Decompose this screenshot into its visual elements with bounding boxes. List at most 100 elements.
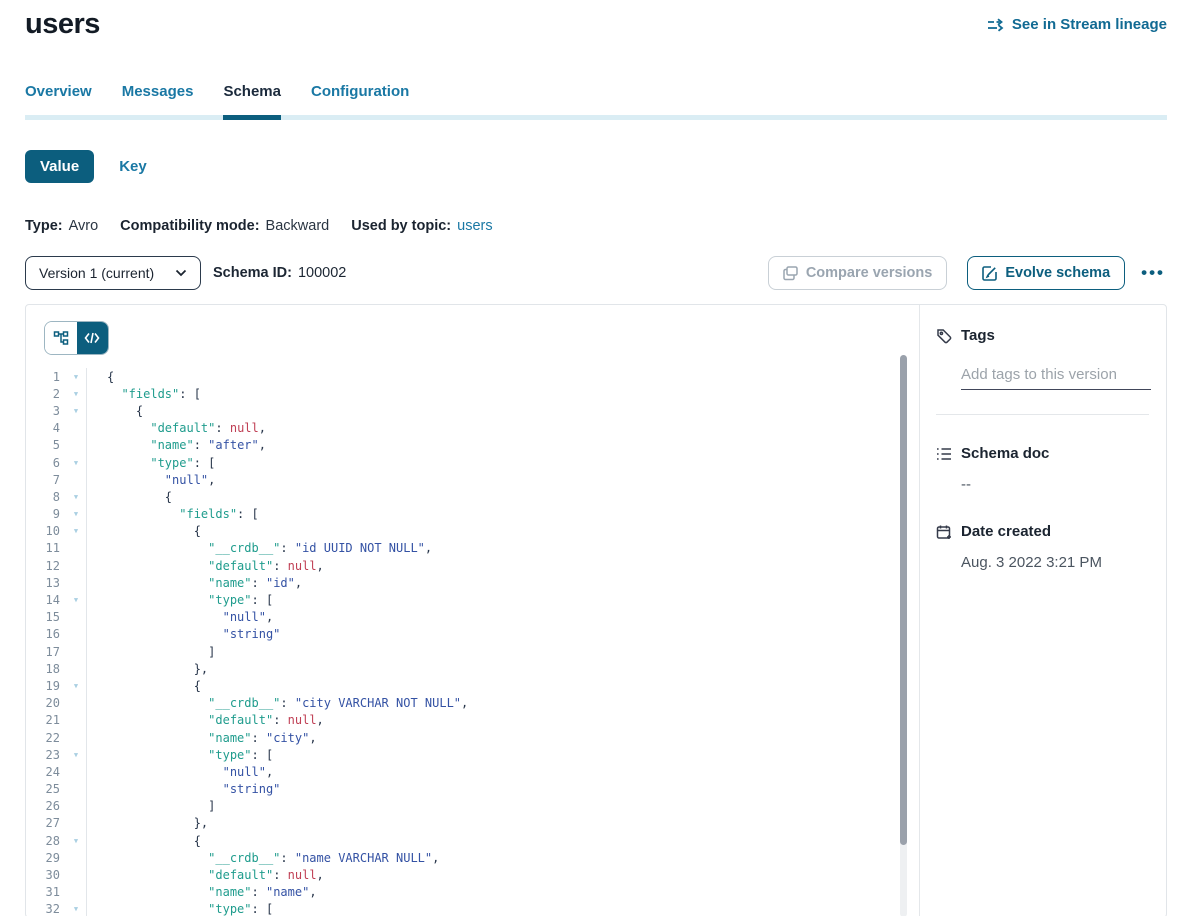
key-toggle-button[interactable]: Key	[119, 158, 147, 175]
fold-toggle-icon[interactable]: ▼	[66, 751, 86, 759]
compare-versions-button[interactable]: Compare versions	[768, 256, 948, 290]
see-in-stream-lineage-link[interactable]: See in Stream lineage	[987, 16, 1167, 33]
date-created-value: Aug. 3 2022 3:21 PM	[961, 554, 1149, 571]
code-line: 25 "string"	[26, 781, 919, 798]
compare-versions-label: Compare versions	[806, 265, 933, 281]
line-number: 8	[26, 490, 66, 504]
tab-messages[interactable]: Messages	[122, 83, 194, 115]
line-number: 26	[26, 799, 66, 813]
tab-schema[interactable]: Schema	[223, 83, 281, 115]
fold-toggle-icon[interactable]: ▼	[66, 682, 86, 690]
fold-toggle-icon[interactable]: ▼	[66, 493, 86, 501]
tags-heading-row: Tags	[936, 327, 1149, 344]
code-line: 14▼ "type": [	[26, 591, 919, 608]
used-by-topic-label: Used by topic:	[351, 218, 451, 234]
editor-scrollbar-thumb[interactable]	[900, 355, 907, 845]
tab-configuration[interactable]: Configuration	[311, 83, 409, 115]
line-number: 17	[26, 645, 66, 659]
code-text: "default": null,	[86, 420, 919, 437]
more-actions-button[interactable]: •••	[1139, 259, 1167, 287]
type-label: Type:	[25, 218, 63, 234]
type-value: Avro	[69, 218, 99, 234]
line-number: 11	[26, 541, 66, 555]
code-text: "null",	[86, 471, 919, 488]
see-in-stream-lineage-label: See in Stream lineage	[1012, 16, 1167, 33]
code-view-button[interactable]	[77, 322, 109, 354]
list-icon	[936, 447, 952, 461]
fold-toggle-icon[interactable]: ▼	[66, 837, 86, 845]
code-text: "type": [	[86, 454, 919, 471]
fold-toggle-icon[interactable]: ▼	[66, 905, 86, 913]
code-text: "default": null,	[86, 712, 919, 729]
fold-toggle-icon[interactable]: ▼	[66, 373, 86, 381]
tab-bar: Overview Messages Schema Configuration	[25, 83, 1167, 120]
schema-doc-heading-row: Schema doc	[936, 445, 1149, 462]
topic-link[interactable]: users	[457, 218, 492, 234]
code-line: 4 "default": null,	[26, 420, 919, 437]
add-tags-input[interactable]	[961, 364, 1151, 390]
code-line: 17 ]	[26, 643, 919, 660]
key-value-toggle: Value Key	[25, 150, 1167, 183]
fold-toggle-icon[interactable]: ▼	[66, 407, 86, 415]
compare-versions-icon	[783, 266, 798, 281]
tree-view-icon	[53, 330, 69, 346]
tree-view-button[interactable]	[45, 322, 77, 354]
line-number: 25	[26, 782, 66, 796]
version-select-value: Version 1 (current)	[39, 265, 154, 281]
compatibility-label: Compatibility mode:	[120, 218, 259, 234]
schema-id-label: Schema ID:	[213, 265, 292, 281]
line-number: 21	[26, 713, 66, 727]
schema-doc-heading: Schema doc	[961, 445, 1049, 462]
code-line: 23▼ "type": [	[26, 746, 919, 763]
fold-toggle-icon[interactable]: ▼	[66, 390, 86, 398]
line-number: 28	[26, 834, 66, 848]
sidebar-divider	[936, 414, 1149, 415]
line-number: 31	[26, 885, 66, 899]
chevron-down-icon	[175, 269, 187, 277]
code-text: {	[86, 832, 919, 849]
line-number: 29	[26, 851, 66, 865]
schema-id-value: 100002	[298, 265, 346, 281]
schema-editor-panel: 1▼{2▼ "fields": [3▼ {4 "default": null,5…	[26, 305, 919, 916]
fold-toggle-icon[interactable]: ▼	[66, 527, 86, 535]
line-number: 10	[26, 524, 66, 538]
fold-toggle-icon[interactable]: ▼	[66, 510, 86, 518]
line-number: 9	[26, 507, 66, 521]
code-line: 29 "__crdb__": "name VARCHAR NULL",	[26, 849, 919, 866]
page-header: users See in Stream lineage	[25, 0, 1167, 41]
tab-overview[interactable]: Overview	[25, 83, 92, 115]
schema-page: users See in Stream lineage Overview Mes…	[0, 0, 1189, 916]
code-line: 5 "name": "after",	[26, 437, 919, 454]
code-text: {	[86, 402, 919, 419]
code-line: 26 ]	[26, 798, 919, 815]
line-number: 7	[26, 473, 66, 487]
fold-toggle-icon[interactable]: ▼	[66, 459, 86, 467]
code-text: {	[86, 368, 919, 385]
code-line: 8▼ {	[26, 488, 919, 505]
editor-scrollbar-track	[900, 355, 907, 916]
line-number: 20	[26, 696, 66, 710]
version-select[interactable]: Version 1 (current)	[25, 256, 201, 290]
evolve-schema-button[interactable]: Evolve schema	[967, 256, 1125, 290]
line-number: 5	[26, 438, 66, 452]
value-toggle-button[interactable]: Value	[25, 150, 94, 183]
tags-heading: Tags	[961, 327, 995, 344]
date-created-heading: Date created	[961, 523, 1051, 540]
line-number: 14	[26, 593, 66, 607]
code-text: "null",	[86, 609, 919, 626]
tab-underline-track	[25, 115, 1167, 120]
calendar-plus-icon	[936, 524, 952, 540]
fold-toggle-icon[interactable]: ▼	[66, 596, 86, 604]
code-line: 24 "null",	[26, 763, 919, 780]
code-line: 28▼ {	[26, 832, 919, 849]
code-text: {	[86, 677, 919, 694]
code-line: 11 "__crdb__": "id UUID NOT NULL",	[26, 540, 919, 557]
line-number: 3	[26, 404, 66, 418]
code-text: "name": "id",	[86, 574, 919, 591]
stream-lineage-icon	[987, 18, 1005, 32]
code-text: {	[86, 488, 919, 505]
schema-doc-value: --	[961, 476, 1149, 493]
code-text: ]	[86, 643, 919, 660]
code-text: "name": "name",	[86, 884, 919, 901]
line-number: 22	[26, 731, 66, 745]
